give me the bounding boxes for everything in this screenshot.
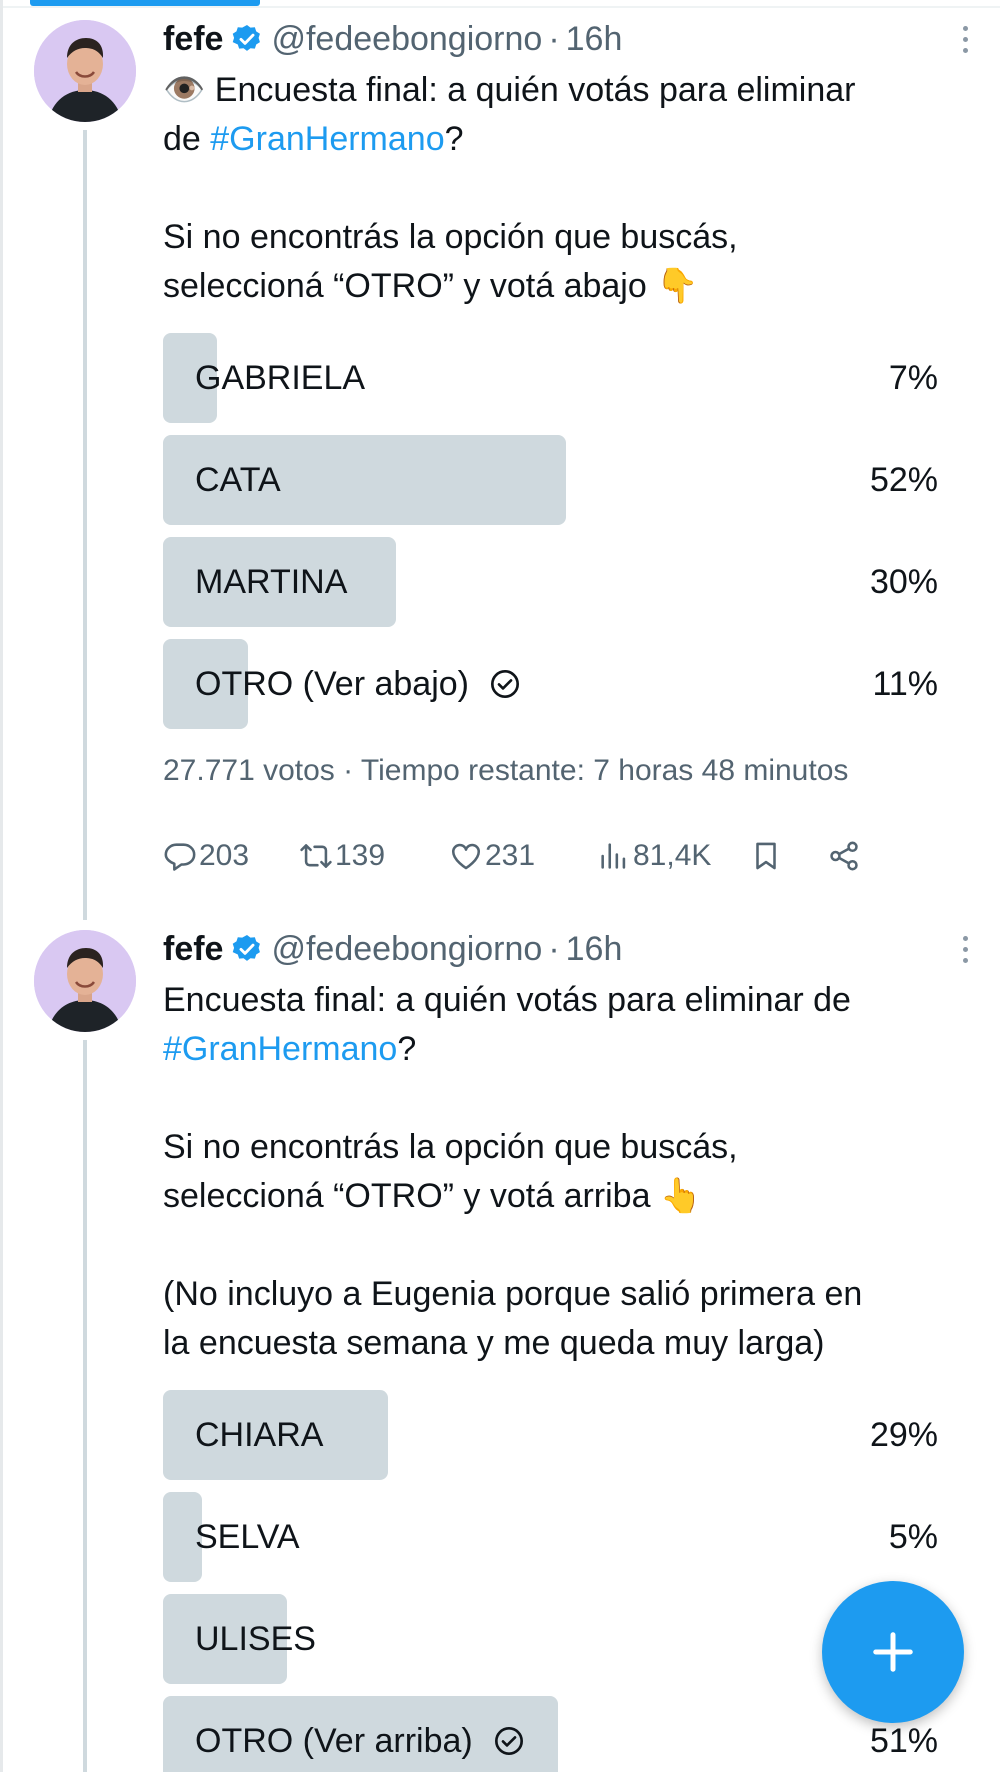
poll-option-label: OTRO (Ver abajo) — [195, 665, 469, 703]
retweet-button[interactable]: 139 — [299, 835, 385, 877]
tweet-text-fragment: de — [163, 120, 211, 158]
poll-meta: 27.771 votos · Tiempo restante: 7 horas … — [163, 754, 849, 787]
verified-badge-icon — [231, 933, 263, 965]
top-divider — [0, 6, 1000, 8]
reply-count: 203 — [199, 839, 250, 872]
tweet-text-line: la encuesta semana y me queda muy larga) — [163, 1324, 825, 1362]
tweet-text-line: (No incluyo a Eugenia porque salió prime… — [163, 1275, 863, 1313]
poll: CHIARA 29% SELVA 5% ULISES OTRO (Ver arr… — [163, 1390, 938, 1772]
thread-connector — [83, 130, 87, 920]
share-button[interactable] — [827, 835, 863, 877]
tweet-text-line: seleccioná “OTRO” y votá abajo 👇 — [163, 267, 699, 305]
author-handle[interactable]: @fedeebongiorno — [271, 930, 542, 969]
tweet-text-line: seleccioná “OTRO” y votá arriba 👆 — [163, 1177, 703, 1215]
poll-option-percent: 52% — [869, 461, 938, 499]
poll-option[interactable]: SELVA 5% — [163, 1492, 938, 1582]
author-name[interactable]: fefe — [163, 930, 223, 969]
reply-button[interactable]: 203 — [163, 835, 249, 877]
poll-option-label: GABRIELA — [195, 359, 366, 397]
avatar[interactable] — [34, 930, 136, 1032]
verified-badge-icon — [231, 23, 263, 55]
tweet-text-fragment: ? — [444, 120, 464, 158]
tweet-actions: 203 139 231 81,4K — [163, 835, 963, 877]
more-options-icon[interactable] — [959, 936, 971, 970]
retweet-icon — [299, 839, 335, 873]
poll-option[interactable]: OTRO (Ver arriba) 51% — [163, 1696, 938, 1772]
like-icon — [449, 839, 485, 873]
poll-option[interactable]: CHIARA 29% — [163, 1390, 938, 1480]
thread-connector — [83, 1040, 87, 1772]
tweet-text-line: Si no encontrás la opción que buscás, — [163, 1128, 738, 1166]
tweet-header: fefe @fedeebongiorno · 16h — [163, 922, 968, 976]
tweet-time[interactable]: 16h — [566, 20, 623, 59]
tweet-text: Encuesta final: a quién votás para elimi… — [163, 976, 963, 1368]
reply-icon — [163, 839, 199, 873]
hashtag-link[interactable]: #GranHermano — [210, 120, 444, 158]
poll-option[interactable]: CATA 52% — [163, 435, 938, 525]
tweet-text: 👁️ Encuesta final: a quién votás para el… — [163, 66, 963, 311]
author-handle[interactable]: @fedeebongiorno — [271, 20, 542, 59]
poll-option-label: ULISES — [195, 1620, 316, 1658]
retweet-count: 139 — [335, 839, 386, 872]
check-circle-icon — [493, 1725, 525, 1757]
poll-option-label: MARTINA — [195, 563, 348, 601]
views-button[interactable]: 81,4K — [597, 835, 711, 877]
hashtag-link[interactable]: #GranHermano — [163, 1030, 397, 1068]
poll-option-percent: 29% — [869, 1416, 938, 1454]
separator-dot: · — [548, 929, 560, 968]
poll-option-label: CHIARA — [195, 1416, 324, 1454]
poll-option-percent: 5% — [888, 1518, 938, 1556]
views-icon — [597, 839, 633, 873]
poll-option[interactable]: OTRO (Ver abajo) 11% — [163, 639, 938, 729]
bookmark-icon — [749, 839, 785, 873]
check-circle-icon — [489, 668, 521, 700]
poll-option-label: CATA — [195, 461, 281, 499]
poll-option-percent: 30% — [869, 563, 938, 601]
tweet-time[interactable]: 16h — [566, 930, 623, 969]
poll-option[interactable]: ULISES — [163, 1594, 938, 1684]
poll: GABRIELA 7% CATA 52% MARTINA 30% OTRO (V… — [163, 333, 938, 729]
poll-option-percent: 11% — [872, 665, 938, 703]
tweet[interactable]: fefe @fedeebongiorno · 16h 👁️ Encuesta f… — [0, 12, 1000, 920]
like-count: 231 — [485, 839, 536, 872]
author-name[interactable]: fefe — [163, 20, 223, 59]
poll-option-label: OTRO (Ver arriba) — [195, 1722, 473, 1760]
avatar[interactable] — [34, 20, 136, 122]
poll-option[interactable]: MARTINA 30% — [163, 537, 938, 627]
like-button[interactable]: 231 — [449, 835, 535, 877]
tweet-text-line: Encuesta final: a quién votás para elimi… — [214, 71, 856, 109]
poll-option-label: SELVA — [195, 1518, 300, 1556]
compose-button[interactable] — [822, 1581, 964, 1723]
poll-option-percent: 7% — [888, 359, 938, 397]
tweet-text-fragment: ? — [397, 1030, 417, 1068]
bookmark-button[interactable] — [749, 835, 785, 877]
tweet-text-line: Si no encontrás la opción que buscás, — [163, 218, 738, 256]
tweet-header: fefe @fedeebongiorno · 16h — [163, 12, 968, 66]
poll-option[interactable]: GABRIELA 7% — [163, 333, 938, 423]
eye-emoji: 👁️ — [163, 71, 215, 109]
tweet-text-line: Encuesta final: a quién votás para elimi… — [163, 981, 851, 1019]
share-icon — [827, 839, 863, 873]
plus-icon — [870, 1629, 916, 1675]
separator-dot: · — [548, 19, 560, 58]
more-options-icon[interactable] — [959, 26, 971, 60]
views-count: 81,4K — [633, 839, 712, 872]
